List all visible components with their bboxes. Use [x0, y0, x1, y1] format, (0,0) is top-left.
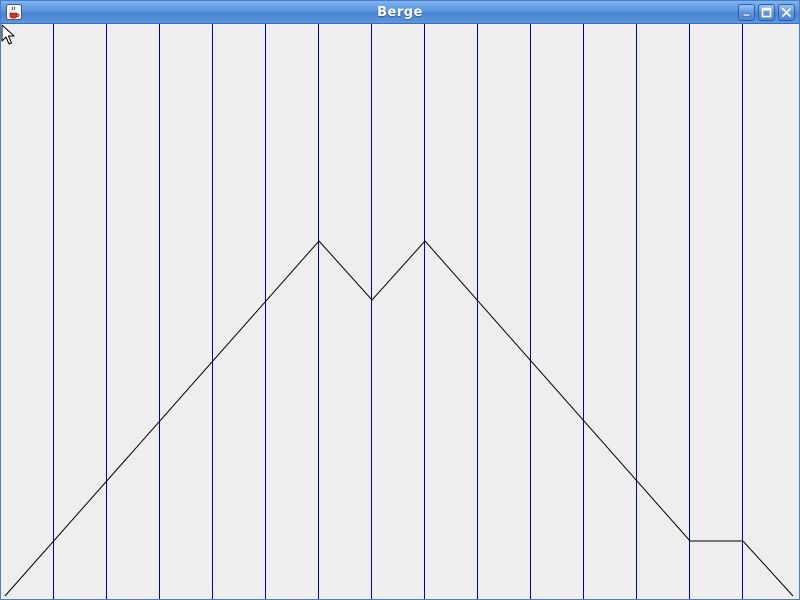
- close-icon: [782, 8, 791, 17]
- window-controls: [738, 4, 795, 21]
- mountain-profile: [4, 240, 794, 597]
- close-button[interactable]: [778, 4, 795, 21]
- vertical-grid-lines: [53, 24, 743, 599]
- window-title: Berge: [377, 5, 423, 20]
- title-bar[interactable]: Berge: [1, 1, 799, 24]
- mountain-drawing: [4, 24, 794, 599]
- minimize-button[interactable]: [738, 4, 755, 21]
- pointer-arrow-icon: [1, 24, 15, 45]
- app-window: Berge: [0, 0, 800, 600]
- minimize-icon: [742, 13, 751, 17]
- drawing-canvas[interactable]: [1, 24, 799, 599]
- maximize-icon: [761, 7, 772, 18]
- maximize-button[interactable]: [758, 4, 775, 21]
